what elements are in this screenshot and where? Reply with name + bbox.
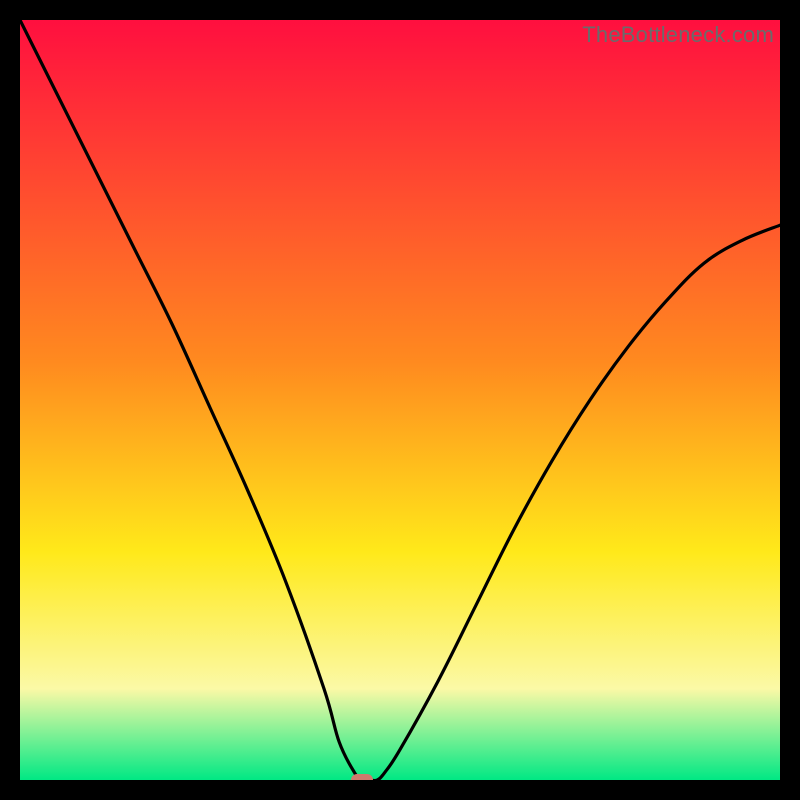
chart-background-gradient [20,20,780,780]
chart-container: TheBottleneck.com [0,0,800,800]
chart-min-marker [351,774,373,780]
chart-svg [20,20,780,780]
watermark-text: TheBottleneck.com [582,22,774,48]
chart-plot-area: TheBottleneck.com [20,20,780,780]
